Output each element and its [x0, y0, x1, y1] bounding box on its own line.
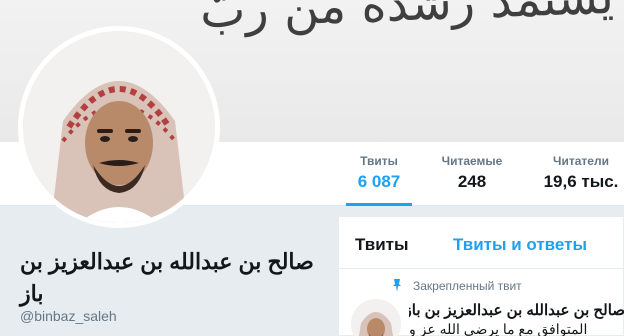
profile-avatar[interactable]: [18, 26, 220, 228]
tweet-avatar[interactable]: [351, 299, 401, 336]
stat-followers[interactable]: Читатели 19,6 тыс.: [538, 154, 624, 192]
stat-following-value: 248: [457, 172, 487, 191]
stat-followers-value: 19,6 тыс.: [543, 172, 619, 191]
stat-tweets[interactable]: Твиты 6 087: [346, 154, 412, 206]
timeline-card: Твиты Твиты и ответы Закрепленный твит ص…: [338, 216, 624, 336]
profile-page: يستمد رشده من ربّ Твиты 6 087 Читаемые 2…: [0, 0, 624, 336]
tab-tweets[interactable]: Твиты: [355, 235, 408, 255]
pin-icon: [393, 279, 401, 292]
tweet-author-name[interactable]: صالح بن عبدالله بن عبدالعزيز بن باز: [409, 301, 624, 319]
profile-name: صالح بن عبدالله بن عبدالعزيز بن باز: [20, 249, 314, 306]
avatar-illustration: [23, 31, 215, 223]
stat-following[interactable]: Читаемые 248: [438, 154, 506, 192]
timeline-tabs: Твиты Твиты и ответы: [339, 217, 623, 269]
tweet-avatar-image: [351, 299, 401, 336]
tab-tweets-and-replies[interactable]: Твиты и ответы: [453, 235, 587, 255]
banner-calligraphy: يستمد رشده من ربّ: [199, 0, 615, 40]
stat-tweets-value: 6 087: [357, 172, 401, 191]
stat-following-label: Читаемые: [441, 154, 503, 168]
pinned-tweet-label: Закрепленный твит: [413, 279, 522, 293]
stat-tweets-label: Твиты: [360, 154, 398, 168]
profile-handle[interactable]: @binbaz_saleh: [20, 308, 117, 324]
tweet-text: المتوافق مع ما يرضي الله عز و: [409, 321, 588, 336]
avatar-photo: [23, 31, 215, 223]
stat-followers-label: Читатели: [553, 154, 609, 168]
